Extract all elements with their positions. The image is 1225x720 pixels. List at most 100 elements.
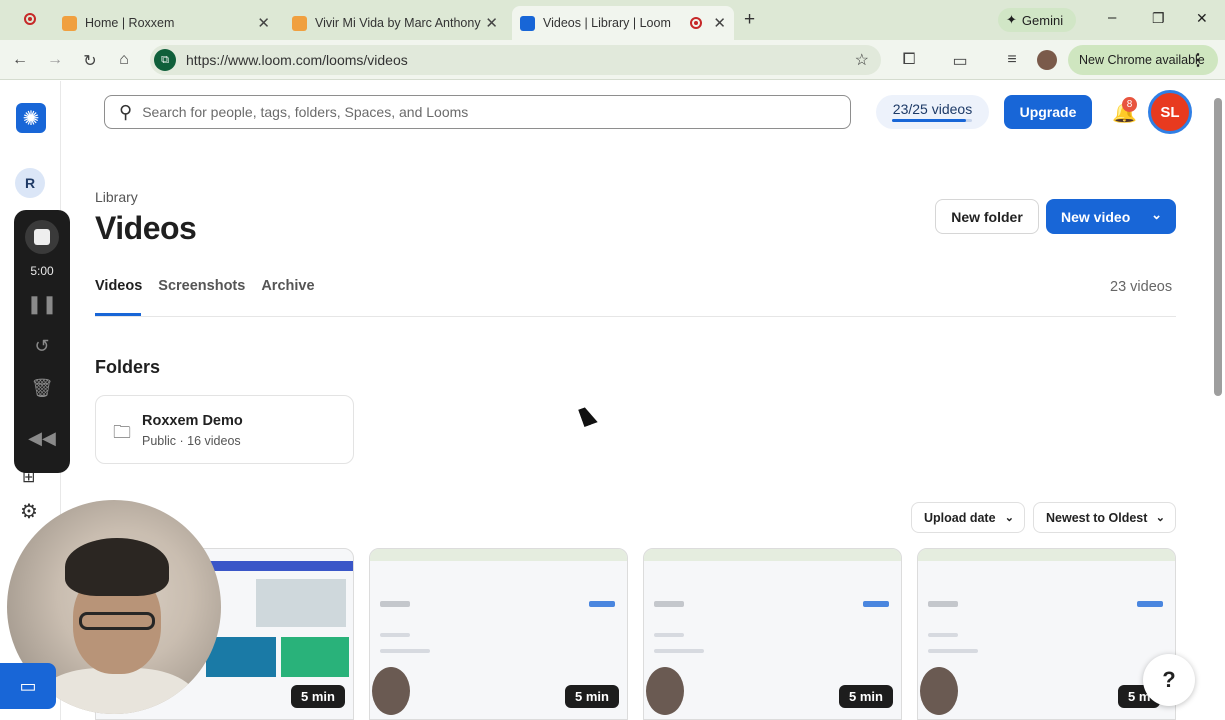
folder-icon: 🗀 [113,422,131,442]
chevron-down-icon: ⌄ [1151,207,1162,222]
quota-label: 23/25 videos [892,101,973,117]
close-icon[interactable]: ✕ [257,14,270,32]
browser-toolbar: ← → ↻ ⌂ ⧉ https://www.loom.com/looms/vid… [0,40,1225,80]
more-vertical-icon[interactable]: ⋮ [1190,50,1206,70]
tab-archive[interactable]: Archive [261,278,314,294]
thumbnail-preview [644,549,901,561]
thumbnail-preview [380,633,410,637]
camera-toggle-button[interactable]: ▭ [0,663,56,709]
webcam-person [65,538,169,596]
new-video-label: New video [1061,208,1131,225]
gemini-label: Gemini [1021,12,1064,28]
home-icon[interactable]: ⌂ [114,51,134,69]
sort-by-label: Upload date [924,510,996,525]
trash-icon[interactable]: 🗑 [14,378,70,399]
search-input[interactable]: ⚲ Search for people, tags, folders, Spac… [104,95,851,129]
thumbnail-preview [206,637,276,677]
video-count: 23 videos [1110,279,1173,295]
loom-favicon-icon [520,15,535,31]
pause-icon[interactable]: ❚❚ [14,294,70,315]
close-icon[interactable]: ✕ [713,14,726,32]
sort-order-dropdown[interactable]: Newest to Oldest ⌄ [1033,502,1176,533]
mouse-cursor-icon [578,405,598,427]
recording-timer: 5:00 [30,264,54,278]
cast-icon[interactable]: ▭ [950,51,970,71]
upgrade-button[interactable]: Upgrade [1004,95,1092,129]
folder-name: Roxxem Demo [142,413,243,429]
recording-controls: 5:00 ❚❚ ↺ 🗑 ◀◀ [14,210,70,473]
tab-loom-videos[interactable]: Videos | Library | Loom ✕ [512,6,734,40]
profile-avatar[interactable] [1037,50,1057,70]
close-icon[interactable]: ✕ [485,14,498,32]
workspace-avatar[interactable]: R [15,168,45,198]
quota-progress [892,119,972,122]
thumbnail-preview [380,649,430,653]
new-video-button[interactable]: New video ⌄ [1046,199,1176,234]
tab-vivir-mi-vida[interactable]: Vivir Mi Vida by Marc Anthony ✕ [284,6,506,40]
url-text: https://www.loom.com/looms/videos [186,52,408,68]
help-button[interactable]: ? [1143,654,1195,706]
breadcrumb[interactable]: Library [95,189,138,205]
sort-by-dropdown[interactable]: Upload date ⌄ [911,502,1025,533]
folder-meta: Public · 16 videos [142,434,241,448]
webcam-person [79,612,155,630]
close-window-button[interactable]: ✕ [1196,10,1208,27]
video-duration: 5 min [291,685,345,708]
chevron-down-icon: ⌄ [1004,512,1014,524]
thumbnail-preview [380,601,410,607]
minimize-button[interactable]: – [1108,9,1116,26]
address-bar[interactable]: ⧉ https://www.loom.com/looms/videos ☆ [150,45,881,75]
thumbnail-preview [256,579,346,627]
thumbnail-preview [928,633,958,637]
site-info-icon[interactable]: ⧉ [154,49,176,71]
stop-recording-button[interactable] [25,220,59,254]
thumbnail-webcam [920,667,958,715]
extensions-icon[interactable]: ⧠ [899,51,919,69]
tab-title: Home | Roxxem [85,16,175,30]
restore-button[interactable]: ❐ [1152,10,1165,27]
thumbnail-preview [370,549,627,561]
quota-progress-fill [892,119,966,122]
stop-icon [34,229,50,245]
media-controls-icon[interactable]: ≡ [1002,51,1022,69]
loom-logo-icon[interactable]: ✺ [16,103,46,133]
thumbnail-preview [654,601,684,607]
reload-icon[interactable]: ↻ [80,51,100,71]
bookmark-star-icon[interactable]: ☆ [855,50,869,70]
tabs-divider [95,316,1176,317]
restart-icon[interactable]: ↺ [14,336,70,357]
webcam-person [37,668,197,714]
search-placeholder: Search for people, tags, folders, Spaces… [142,104,469,120]
library-tabs: Videos Screenshots Archive [95,278,315,294]
video-card[interactable]: 5 min [369,548,628,720]
thumbnail-preview [918,549,1175,561]
scrollbar[interactable] [1214,98,1222,396]
thumbnail-preview [1137,601,1163,607]
video-card[interactable]: 5 m [917,548,1176,720]
tab-title: Vivir Mi Vida by Marc Anthony [315,16,481,30]
roxxem-favicon-icon [292,15,307,31]
user-avatar[interactable]: SL [1148,90,1192,134]
tab-screenshots[interactable]: Screenshots [158,278,245,294]
thumbnail-preview [928,649,978,653]
recording-icon [24,13,36,25]
chrome-update-button[interactable]: New Chrome available ⋮ [1068,45,1218,75]
chevron-down-icon: ⌄ [1155,512,1165,524]
back-arrow-icon[interactable]: ← [10,51,30,69]
video-card[interactable]: 5 min [643,548,902,720]
chrome-update-label: New Chrome available [1079,53,1205,67]
browser-tab-bar: Home | Roxxem ✕ Vivir Mi Vida by Marc An… [0,0,1225,40]
forward-arrow-icon[interactable]: → [45,51,65,69]
tab-videos[interactable]: Videos [95,278,142,294]
video-quota[interactable]: 23/25 videos [876,95,989,129]
new-tab-button[interactable]: + [744,9,755,31]
collapse-icon[interactable]: ◀◀ [14,428,70,449]
new-folder-button[interactable]: New folder [935,199,1039,234]
thumbnail-preview [654,633,684,637]
video-duration: 5 min [565,685,619,708]
thumbnail-webcam [646,667,684,715]
gear-icon[interactable]: ⚙ [20,499,38,524]
folder-card[interactable]: 🗀 Roxxem Demo Public · 16 videos [95,395,354,464]
gemini-button[interactable]: ✦ Gemini [998,8,1076,32]
tab-home-roxxem[interactable]: Home | Roxxem ✕ [54,6,278,40]
